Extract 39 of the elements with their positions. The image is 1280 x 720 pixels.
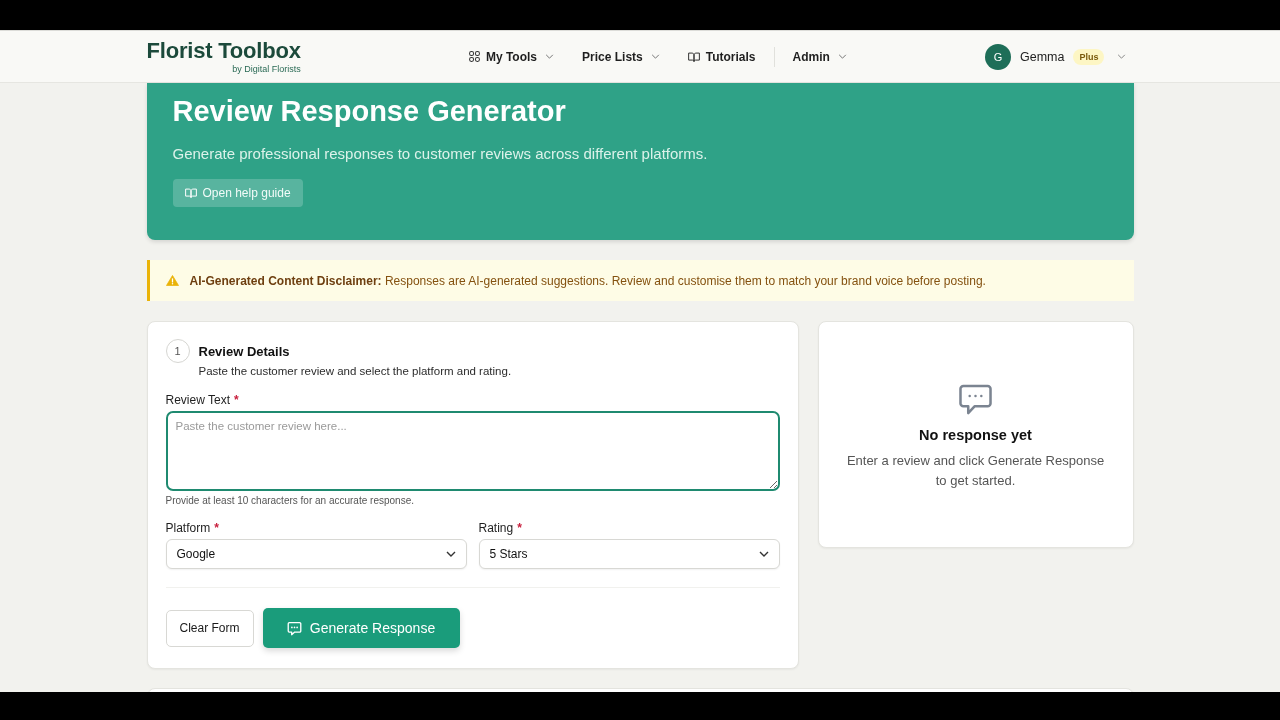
nav-menu-item[interactable]: Admin: [773, 46, 847, 67]
dropdown-field[interactable]: 5 Stars: [478, 539, 780, 569]
nav-menu-item[interactable]: Price Lists: [582, 46, 660, 67]
caret-icon[interactable]: [1117, 54, 1127, 59]
required-mark: *: [214, 521, 219, 536]
avatar[interactable]: G: [985, 43, 1011, 70]
plan-badge: Plus: [1073, 48, 1105, 65]
dropdown-field[interactable]: Google: [165, 539, 467, 569]
required-mark: *: [517, 521, 522, 536]
caret-icon: [650, 54, 660, 59]
book-icon: [184, 188, 197, 198]
chevron-down-icon: [758, 551, 769, 557]
logo-byline: by Digital Florists: [232, 63, 301, 75]
empty-state-title: No response yet: [919, 427, 1032, 443]
required-mark: *: [234, 393, 239, 408]
nav-menu-item[interactable]: Tutorials: [687, 46, 756, 67]
page-subtitle: Generate professional responses to customer reviews across different platforms.: [172, 144, 709, 164]
field-label: Rating: [478, 521, 514, 536]
user-name[interactable]: Gemma: [1020, 49, 1065, 64]
caret-icon: [545, 54, 555, 59]
section-title: Review Details: [198, 343, 290, 359]
warning-icon: [165, 275, 179, 286]
chevron-down-icon: [445, 551, 456, 557]
disclaimer-text: AI-Generated Content Disclaimer: Responses are AI-generated suggestions. Review and customise them to match your brand voice before posting.: [189, 273, 986, 288]
empty-state-message: Enter a review and click Generate Response to get started.: [845, 452, 1106, 490]
logo-title[interactable]: Florist Toolbox: [146, 38, 301, 63]
field-label: Platform: [165, 521, 211, 536]
nav-menu-item[interactable]: My Tools: [468, 46, 555, 67]
section-description: Paste the customer review and select the platform and rating.: [198, 364, 513, 379]
chat-bubble-icon: [959, 384, 992, 415]
chat-bubble-icon: [286, 620, 302, 636]
clear-form-button[interactable]: Clear Form: [165, 609, 254, 647]
review-text-field[interactable]: Paste the customer review here...: [165, 411, 780, 491]
page-title: Review Response Generator: [172, 94, 567, 128]
grid-icon: [468, 51, 480, 62]
field-label: Review Text: [165, 393, 230, 408]
book-icon: [687, 51, 700, 62]
caret-icon: [837, 54, 847, 59]
field-hint: Provide at least 10 characters for an accurate response.: [165, 495, 415, 507]
